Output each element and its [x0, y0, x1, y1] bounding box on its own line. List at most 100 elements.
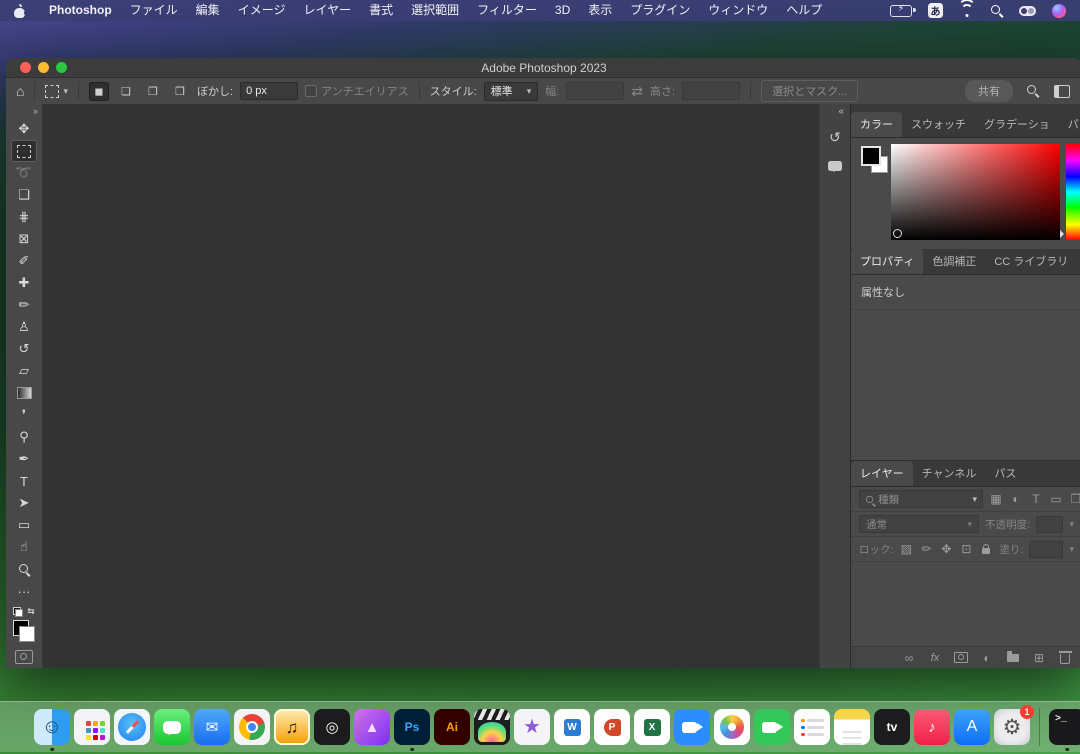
clone-stamp-tool[interactable]: ♙	[11, 316, 37, 338]
feather-input[interactable]: 0 px	[240, 82, 298, 100]
swap-colors-icon[interactable]: ⇆	[27, 606, 35, 617]
dodge-tool[interactable]: ⚲	[11, 426, 37, 448]
style-select[interactable]: 標準▾	[484, 82, 539, 101]
delete-layer-icon[interactable]	[1058, 651, 1072, 664]
menu-file[interactable]: ファイル	[121, 0, 187, 21]
dock-zoom-icon[interactable]	[674, 709, 710, 745]
comment-icon[interactable]	[828, 158, 842, 174]
filter-smart-objects-icon[interactable]: ❒	[1069, 492, 1080, 506]
move-tool[interactable]: ✥	[11, 118, 37, 140]
lock-all-icon[interactable]	[979, 545, 993, 554]
dock-excel-icon[interactable]: X	[634, 709, 670, 745]
dock-affinity-photo-icon[interactable]: ▲	[354, 709, 390, 745]
dock-notes-icon[interactable]	[834, 709, 870, 745]
dock-photos-icon[interactable]	[714, 709, 750, 745]
pen-tool[interactable]: ✒	[11, 448, 37, 470]
tab-color[interactable]: カラー	[851, 112, 902, 137]
filter-pixel-layers-icon[interactable]: ▦	[989, 492, 1003, 506]
tab-properties[interactable]: プロパティ	[851, 249, 923, 274]
quick-mask-button[interactable]	[15, 650, 33, 664]
dock-reminders-icon[interactable]	[794, 709, 830, 745]
gradient-tool[interactable]	[11, 382, 37, 404]
lock-artboard-icon[interactable]: ⊡	[959, 542, 973, 556]
toolbar-collapse-button[interactable]: »	[33, 106, 42, 118]
menu-image[interactable]: イメージ	[229, 0, 295, 21]
menu-filter[interactable]: フィルター	[468, 0, 546, 21]
apple-menu-icon[interactable]	[14, 4, 26, 18]
swap-width-height-icon[interactable]: ⇄	[631, 84, 643, 98]
object-selection-tool[interactable]: ❏	[11, 184, 37, 206]
dock-powerpoint-icon[interactable]: P	[594, 709, 630, 745]
path-selection-tool[interactable]: ➤	[11, 492, 37, 514]
tab-adjustments[interactable]: 色調補正	[923, 249, 985, 274]
foreground-background-swatches[interactable]	[13, 620, 35, 642]
dock-chrome-icon[interactable]	[234, 709, 270, 745]
search-icon[interactable]	[1027, 85, 1040, 98]
fill-input[interactable]	[1029, 541, 1063, 558]
filter-adjustment-layers-icon[interactable]: ◐	[1009, 492, 1023, 506]
lock-transparent-pixels-icon[interactable]: ▨	[899, 542, 913, 556]
dock-illustrator-icon[interactable]: Ai	[434, 709, 470, 745]
menu-edit[interactable]: 編集	[187, 0, 229, 21]
input-method-icon[interactable]: あ	[928, 3, 943, 18]
add-to-selection-button[interactable]: ❏	[116, 82, 136, 101]
link-layers-icon[interactable]: ∞	[902, 651, 916, 665]
filter-type-layers-icon[interactable]: T	[1029, 492, 1043, 506]
tab-swatches[interactable]: スウォッチ	[902, 112, 975, 137]
menu-window[interactable]: ウィンドウ	[699, 0, 777, 21]
select-and-mask-button[interactable]: 選択とマスク...	[761, 80, 858, 102]
control-center-icon[interactable]	[1019, 6, 1036, 16]
spotlight-search-icon[interactable]	[991, 5, 1003, 17]
dock-music-game-icon[interactable]: ♫	[274, 709, 310, 745]
height-input[interactable]	[682, 82, 740, 100]
edit-toolbar-button[interactable]: ···	[11, 580, 37, 602]
battery-icon[interactable]	[890, 5, 912, 17]
spot-healing-brush-tool[interactable]: ✚	[11, 272, 37, 294]
intersect-selection-button[interactable]: ❒	[170, 82, 190, 101]
tab-channels[interactable]: チャンネル	[913, 461, 986, 486]
rectangular-marquee-tool[interactable]	[11, 140, 37, 162]
foreground-color-swatch[interactable]	[861, 146, 881, 166]
filter-shape-layers-icon[interactable]: ▭	[1049, 492, 1063, 506]
dock-finder-icon[interactable]: ☺	[34, 709, 70, 745]
dock-app-store-icon[interactable]: A	[954, 709, 990, 745]
tab-gradients[interactable]: グラデーショ	[975, 112, 1059, 137]
dock-apple-tv-icon[interactable]: tv	[874, 709, 910, 745]
share-button[interactable]: 共有	[965, 80, 1013, 102]
layer-style-icon[interactable]: fx	[928, 652, 942, 664]
dock-photoshop-icon[interactable]: Ps	[394, 709, 430, 745]
lock-position-icon[interactable]: ✥	[939, 542, 953, 556]
eyedropper-tool[interactable]: ✐	[11, 250, 37, 272]
dock-messages-icon[interactable]	[154, 709, 190, 745]
tool-preset-picker[interactable]: ▾	[45, 85, 68, 98]
dock-facetime-icon[interactable]	[754, 709, 790, 745]
blur-tool[interactable]: ❜	[11, 404, 37, 426]
title-bar[interactable]: Adobe Photoshop 2023	[6, 58, 1080, 78]
dock-music-icon[interactable]: ♪	[914, 709, 950, 745]
dock-mail-icon[interactable]: ✉	[194, 709, 230, 745]
opacity-input[interactable]	[1036, 516, 1064, 533]
menu-type[interactable]: 書式	[360, 0, 402, 21]
menu-view[interactable]: 表示	[579, 0, 621, 21]
color-picker-marker[interactable]	[893, 229, 902, 238]
new-group-icon[interactable]	[1006, 654, 1020, 662]
home-icon[interactable]: ⌂	[16, 84, 24, 98]
tab-layers[interactable]: レイヤー	[851, 461, 913, 486]
history-icon[interactable]: ↺	[829, 129, 841, 146]
menu-app-name[interactable]: Photoshop	[40, 0, 121, 21]
background-color[interactable]	[19, 626, 35, 642]
dock-safari-icon[interactable]	[114, 709, 150, 745]
zoom-tool[interactable]	[11, 558, 37, 580]
antialias-checkbox[interactable]	[305, 85, 317, 97]
blend-mode-select[interactable]: 通常 ▾	[859, 515, 979, 533]
siri-icon[interactable]	[1052, 4, 1066, 18]
dock-final-cut-pro-icon[interactable]	[474, 709, 510, 745]
menu-3d[interactable]: 3D	[546, 0, 579, 21]
new-layer-icon[interactable]: ⊞	[1032, 651, 1046, 665]
width-input[interactable]	[566, 82, 624, 100]
crop-tool[interactable]: ⋕	[11, 206, 37, 228]
dock-imovie-icon[interactable]: ★	[514, 709, 550, 745]
dock-system-settings-icon[interactable]: ⚙1	[994, 709, 1030, 745]
menu-layer[interactable]: レイヤー	[294, 0, 360, 21]
layer-filter-select[interactable]: 種類 ▾	[859, 490, 983, 508]
